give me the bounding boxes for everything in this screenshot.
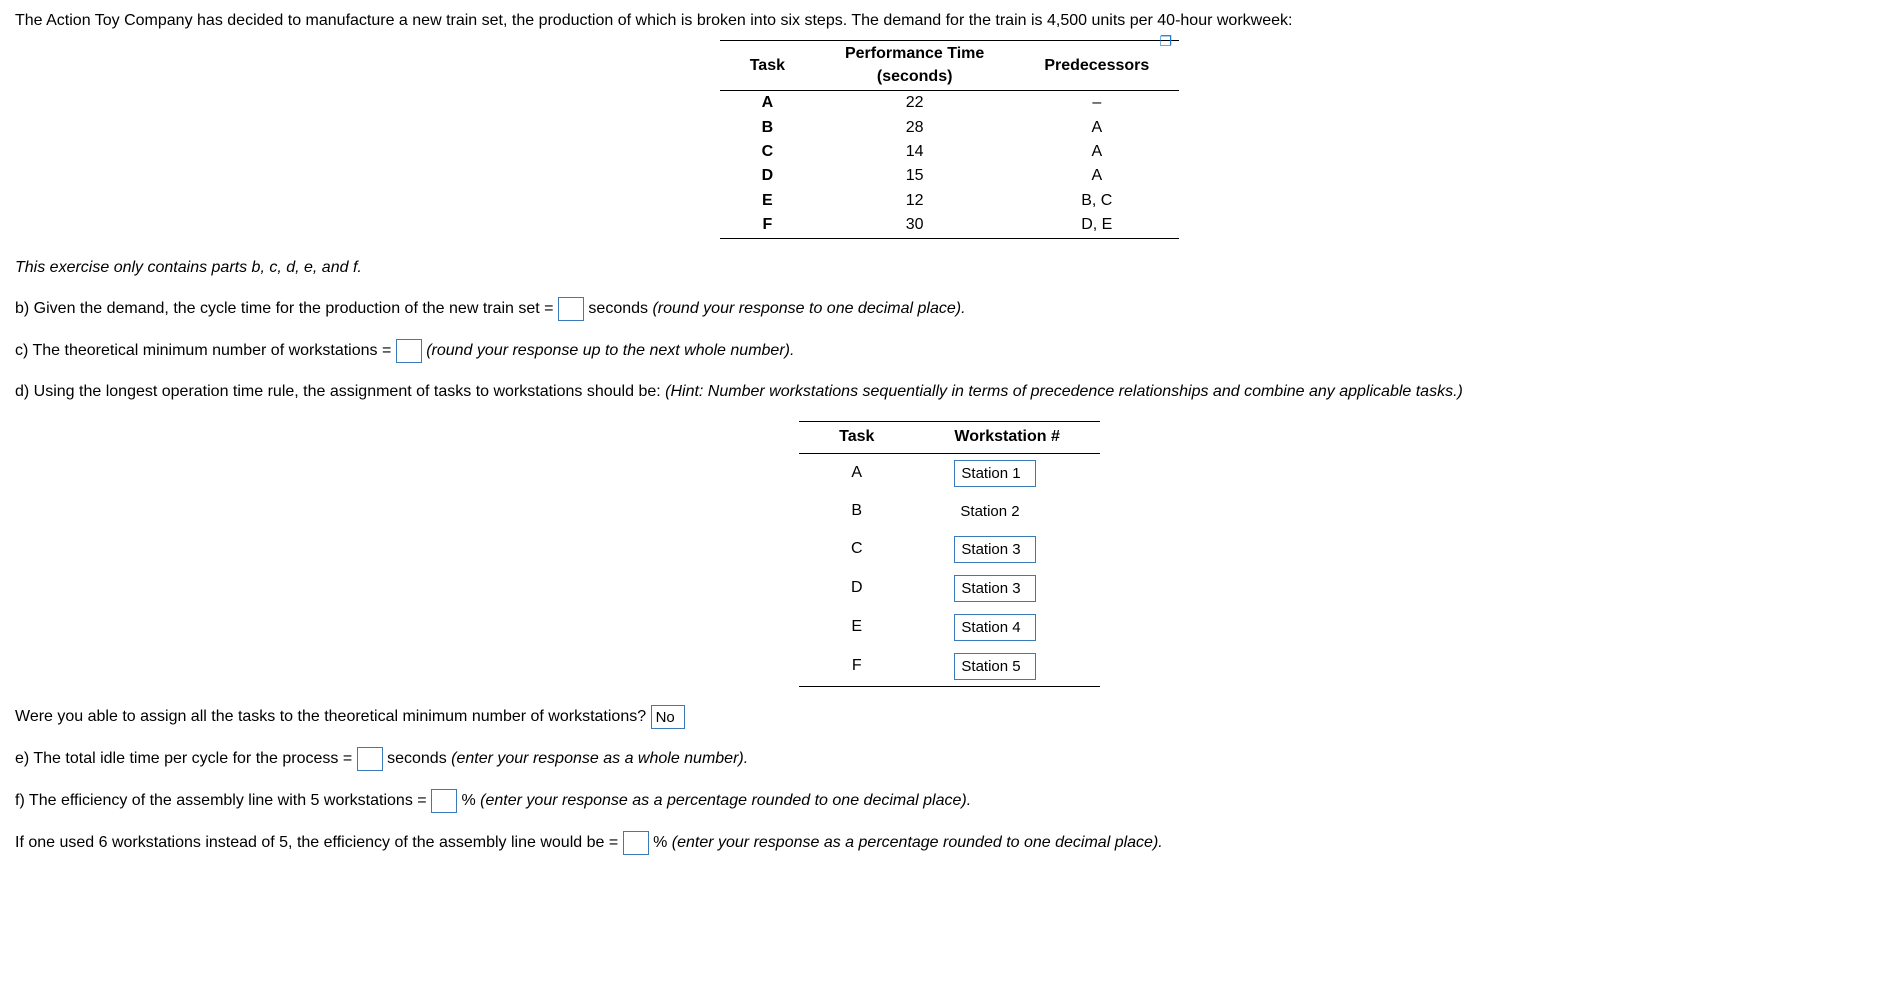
part-f2: If one used 6 workstations instead of 5,… xyxy=(15,831,1884,855)
part-e: e) The total idle time per cycle for the… xyxy=(15,747,1884,771)
station-select[interactable]: Station 3 xyxy=(954,575,1036,602)
part-c: c) The theoretical minimum number of wor… xyxy=(15,339,1884,363)
assign-row: F Station 5 xyxy=(799,647,1100,687)
part-d: d) Using the longest operation time rule… xyxy=(15,381,1884,403)
col-task: Task xyxy=(720,41,815,91)
part-f: f) The efficiency of the assembly line w… xyxy=(15,789,1884,813)
col-pred: Predecessors xyxy=(1014,41,1179,91)
station-select[interactable]: Station 5 xyxy=(954,653,1036,680)
min-workstations-input[interactable] xyxy=(396,339,422,363)
intro-text: The Action Toy Company has decided to ma… xyxy=(15,10,1884,32)
task-table: Task Performance Time(seconds) Predecess… xyxy=(720,40,1180,238)
efficiency-6-input[interactable] xyxy=(623,831,649,855)
efficiency-5-input[interactable] xyxy=(431,789,457,813)
station-select[interactable]: Station 1 xyxy=(954,460,1036,487)
table-row: A 22 – xyxy=(720,91,1180,116)
cycle-time-input[interactable] xyxy=(558,297,584,321)
copy-icon[interactable]: ❐ xyxy=(1160,32,1173,52)
station-text: Station 2 xyxy=(954,499,1034,524)
table-row: E 12 B, C xyxy=(720,189,1180,213)
table-row: C 14 A xyxy=(720,140,1180,164)
assign-col-ws: Workstation # xyxy=(914,422,1100,453)
idle-time-input[interactable] xyxy=(357,747,383,771)
part-b: b) Given the demand, the cycle time for … xyxy=(15,297,1884,321)
table-row: D 15 A xyxy=(720,164,1180,188)
assign-col-task: Task xyxy=(799,422,914,453)
min-answer-select[interactable]: No xyxy=(651,705,685,729)
station-select[interactable]: Station 3 xyxy=(954,536,1036,563)
problem-container: The Action Toy Company has decided to ma… xyxy=(15,10,1884,855)
parts-note: This exercise only contains parts b, c, … xyxy=(15,257,1884,279)
col-time: Performance Time(seconds) xyxy=(815,41,1014,91)
min-question: Were you able to assign all the tasks to… xyxy=(15,705,1884,729)
assign-row: E Station 4 xyxy=(799,608,1100,647)
assign-row: D Station 3 xyxy=(799,569,1100,608)
table-row: F 30 D, E xyxy=(720,213,1180,238)
station-select[interactable]: Station 4 xyxy=(954,614,1036,641)
table-row: B 28 A xyxy=(720,116,1180,140)
assign-row: C Station 3 xyxy=(799,530,1100,569)
assignment-table: Task Workstation # A Station 1 B Station… xyxy=(799,421,1100,686)
assign-row: B Station 2 xyxy=(799,493,1100,530)
assign-row: A Station 1 xyxy=(799,453,1100,493)
